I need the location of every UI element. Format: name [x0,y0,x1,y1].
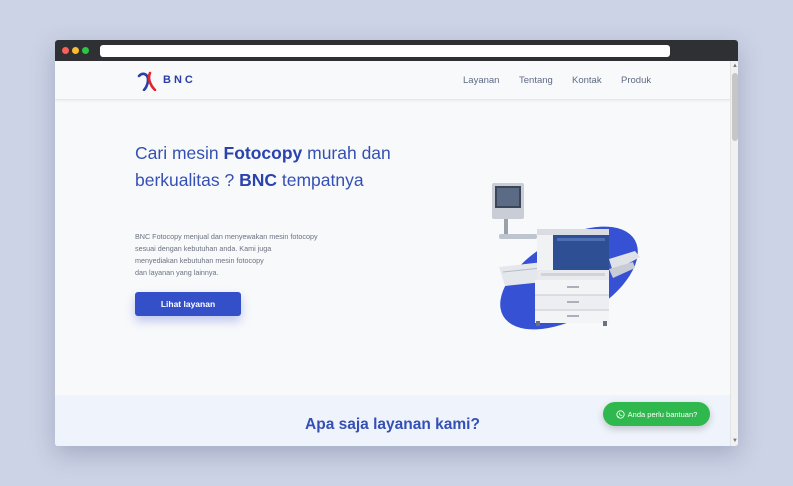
nav-link-produk[interactable]: Produk [621,75,651,86]
browser-window: BNC Layanan Tentang Kontak Produk Cari m… [55,40,738,446]
whatsapp-icon [616,409,625,419]
navbar: BNC Layanan Tentang Kontak Produk [55,61,730,100]
web-page: BNC Layanan Tentang Kontak Produk Cari m… [55,61,730,446]
whatsapp-help-label: Anda perlu bantuan? [627,409,698,419]
address-bar[interactable] [100,45,670,57]
nav-link-tentang[interactable]: Tentang [519,75,553,86]
brand-name: BNC [163,74,196,86]
minimize-window-button[interactable] [72,47,79,54]
hero-description-line: dan layanan yang lainnya. [135,268,219,277]
hero-title: Cari mesin Fotocopy murah dan berkualita… [135,140,395,194]
brand-logo[interactable]: BNC [137,71,207,91]
hero-description-line: BNC Fotocopy menjual dan menyewakan mesi… [135,232,318,241]
hero-title-highlight: BNC [239,170,278,190]
whatsapp-help-button[interactable]: Anda perlu bantuan? [603,402,710,426]
hero-title-text: Cari mesin [135,143,224,163]
hero-description: BNC Fotocopy menjual dan menyewakan mesi… [135,231,365,279]
scroll-down-icon[interactable]: ▼ [732,438,738,444]
hero-description-line: menyediakan kebutuhan mesin fotocopy [135,256,264,265]
maximize-window-button[interactable] [82,47,89,54]
view-services-button[interactable]: Lihat layanan [135,292,241,316]
hero-title-text: tempatnya [277,170,364,190]
page-scrollbar[interactable]: ▲ ▼ [730,61,738,446]
scroll-up-icon[interactable]: ▲ [732,63,738,69]
bnc-logo-icon [137,71,157,91]
browser-chrome [55,40,738,61]
nav-link-kontak[interactable]: Kontak [572,75,602,86]
close-window-button[interactable] [62,47,69,54]
photocopier-illustration [492,183,640,330]
hero-description-line: sesuai dengan kebutuhan anda. Kami juga [135,244,272,253]
nav-link-layanan[interactable]: Layanan [463,75,499,86]
hero-title-highlight: Fotocopy [223,143,303,163]
scrollbar-thumb[interactable] [732,73,738,141]
